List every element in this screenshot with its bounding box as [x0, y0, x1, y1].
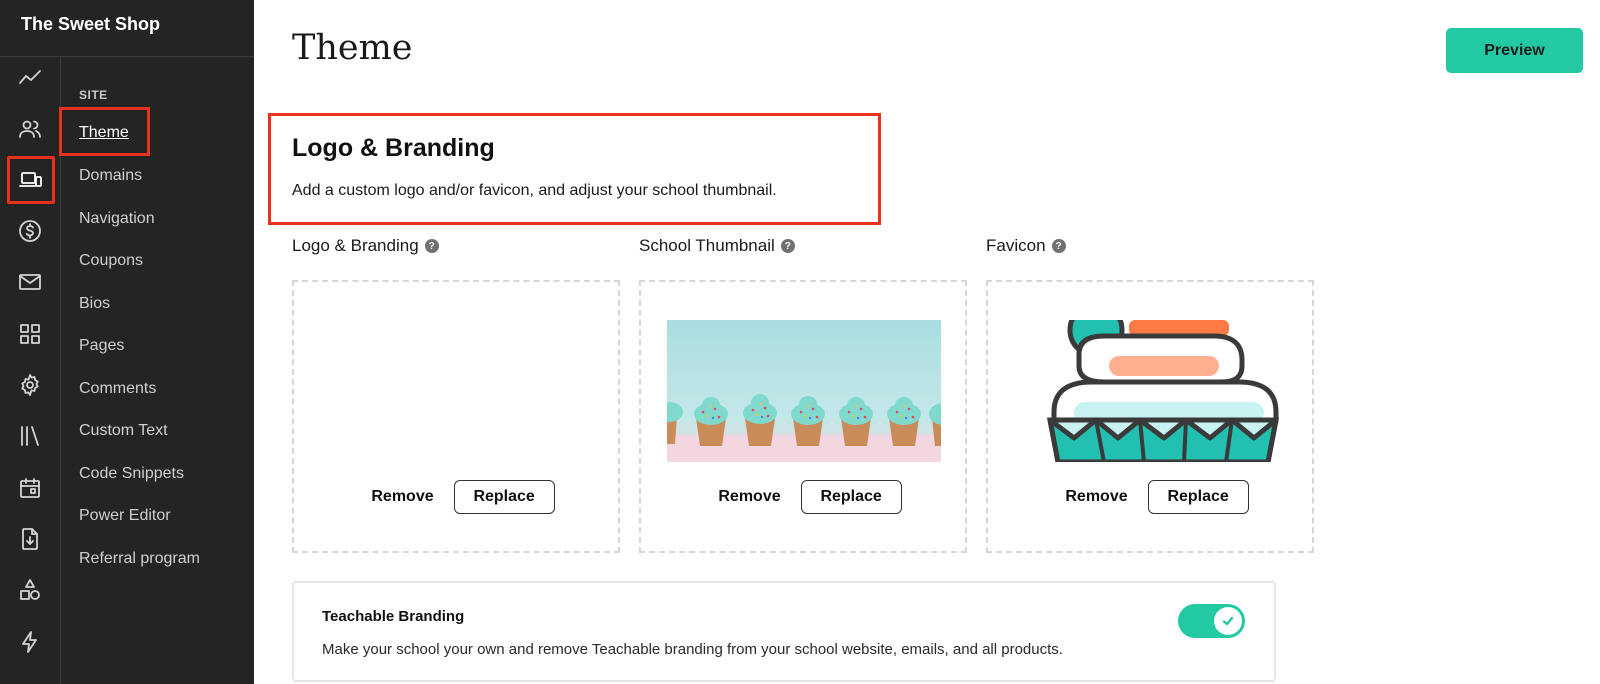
- nav-item-code-snippets[interactable]: Code Snippets: [79, 465, 184, 483]
- site-devices-icon[interactable]: [7, 156, 55, 204]
- users-icon[interactable]: [15, 114, 45, 144]
- activity-icon[interactable]: [15, 63, 45, 93]
- nav-item-power-editor[interactable]: Power Editor: [79, 507, 171, 525]
- logo-card-label-text: Logo & Branding: [292, 236, 419, 255]
- replace-thumbnail-button[interactable]: Replace: [800, 480, 902, 514]
- nav-item-bios[interactable]: Bios: [79, 295, 110, 313]
- thumbnail-card-actions: Remove Replace: [641, 480, 965, 514]
- logo-branding-highlight-box: [268, 113, 881, 225]
- nav-section-label: SITE: [79, 88, 108, 102]
- icon-rail: [0, 57, 61, 684]
- nav-item-custom-text[interactable]: Custom Text: [79, 422, 168, 440]
- grid-icon[interactable]: [15, 319, 45, 349]
- favicon-card-actions: Remove Replace: [988, 480, 1312, 514]
- nav-item-comments[interactable]: Comments: [79, 380, 156, 398]
- favicon-card-label-text: Favicon: [986, 236, 1046, 255]
- remove-thumbnail-button[interactable]: Remove: [704, 488, 780, 506]
- teachable-branding-panel: Teachable Branding Make your school your…: [292, 581, 1276, 682]
- remove-logo-button[interactable]: Remove: [357, 488, 433, 506]
- nav-item-domains[interactable]: Domains: [79, 167, 142, 185]
- nav-item-referral-program[interactable]: Referral program: [79, 550, 200, 568]
- logo-card-label: Logo & Branding ?: [292, 236, 439, 256]
- thumbnail-upload-card[interactable]: Remove Replace: [639, 280, 967, 553]
- logo-card-actions: Remove Replace: [294, 480, 618, 514]
- logo-image-empty: [320, 320, 594, 462]
- thumbnail-card-label: School Thumbnail ?: [639, 236, 795, 256]
- checkmark-icon: [1222, 616, 1234, 626]
- help-icon[interactable]: ?: [424, 239, 439, 253]
- replace-favicon-button[interactable]: Replace: [1147, 480, 1249, 514]
- section-title: Logo & Branding: [292, 134, 495, 162]
- replace-logo-button[interactable]: Replace: [453, 480, 555, 514]
- file-download-icon[interactable]: [15, 524, 45, 554]
- site-subnav: SITE Theme Domains Navigation Coupons Bi…: [79, 0, 254, 684]
- remove-favicon-button[interactable]: Remove: [1051, 488, 1127, 506]
- teachable-branding-description: Make your school your own and remove Tea…: [322, 641, 1063, 658]
- nav-item-navigation[interactable]: Navigation: [79, 210, 155, 228]
- teachable-branding-toggle[interactable]: [1178, 604, 1245, 638]
- nav-item-coupons[interactable]: Coupons: [79, 252, 143, 270]
- calendar-icon[interactable]: [15, 473, 45, 503]
- library-icon[interactable]: [15, 421, 45, 451]
- dollar-icon[interactable]: [15, 216, 45, 246]
- thumbnail-card-label-text: School Thumbnail: [639, 236, 775, 255]
- help-icon[interactable]: ?: [780, 239, 795, 253]
- toggle-knob: [1214, 607, 1242, 635]
- gear-icon[interactable]: [15, 370, 45, 400]
- favicon-card-label: Favicon ?: [986, 236, 1066, 256]
- page-title: Theme: [292, 28, 413, 68]
- shapes-icon[interactable]: [15, 575, 45, 605]
- favicon-upload-card[interactable]: Remove Replace: [986, 280, 1314, 553]
- lightning-icon[interactable]: [15, 627, 45, 657]
- cupcakes-thumbnail-image: [667, 320, 941, 462]
- teachable-branding-title: Teachable Branding: [322, 608, 465, 625]
- section-description: Add a custom logo and/or favicon, and ad…: [292, 182, 777, 199]
- cupcake-favicon-image: [1014, 320, 1288, 462]
- logo-upload-card[interactable]: Remove Replace: [292, 280, 620, 553]
- sidebar: The Sweet Shop SITE Theme Domains Naviga…: [0, 0, 254, 684]
- nav-item-pages[interactable]: Pages: [79, 337, 124, 355]
- preview-button[interactable]: Preview: [1446, 28, 1583, 73]
- help-icon[interactable]: ?: [1051, 239, 1066, 253]
- mail-icon[interactable]: [15, 267, 45, 297]
- theme-highlight-box: [59, 107, 150, 156]
